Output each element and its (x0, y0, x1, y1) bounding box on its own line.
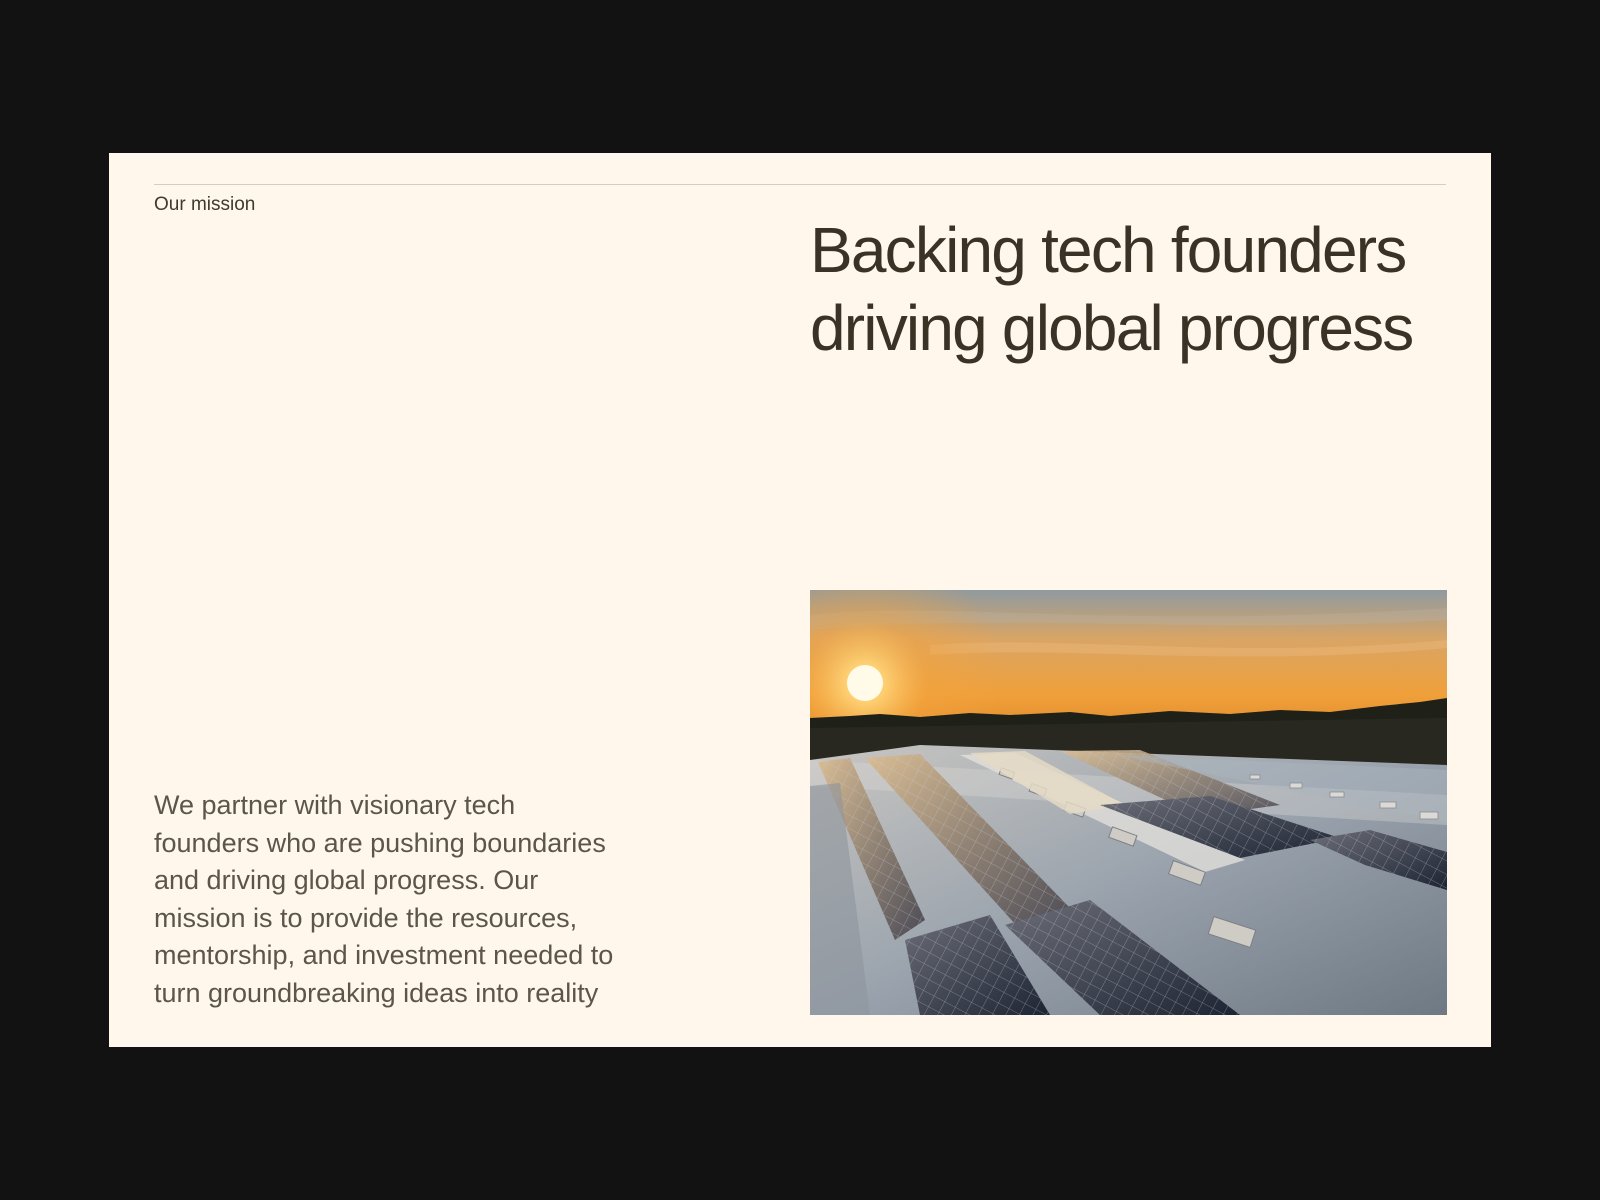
description-line: and driving global progress. Our (154, 865, 539, 895)
description-line: turn groundbreaking ideas into reality (154, 977, 599, 1008)
mission-description: We partner with visionary tech founders … (154, 787, 714, 1012)
headline-line: driving global progress (810, 292, 1414, 364)
description-line: mentorship, and investment needed to (154, 940, 614, 970)
headline-line: Backing tech founders (810, 214, 1407, 286)
description-line: mission is to provide the resources, (154, 902, 578, 933)
description-line: We partner with visionary tech (154, 790, 516, 820)
solar-rooftop-photo (810, 590, 1447, 1015)
section-divider (154, 184, 1446, 185)
mission-section: Our mission Backing tech founders drivin… (109, 153, 1491, 1047)
section-headline: Backing tech founders driving global pro… (810, 211, 1460, 367)
section-eyebrow: Our mission (154, 194, 256, 215)
description-line: founders who are pushing boundaries (154, 827, 606, 858)
